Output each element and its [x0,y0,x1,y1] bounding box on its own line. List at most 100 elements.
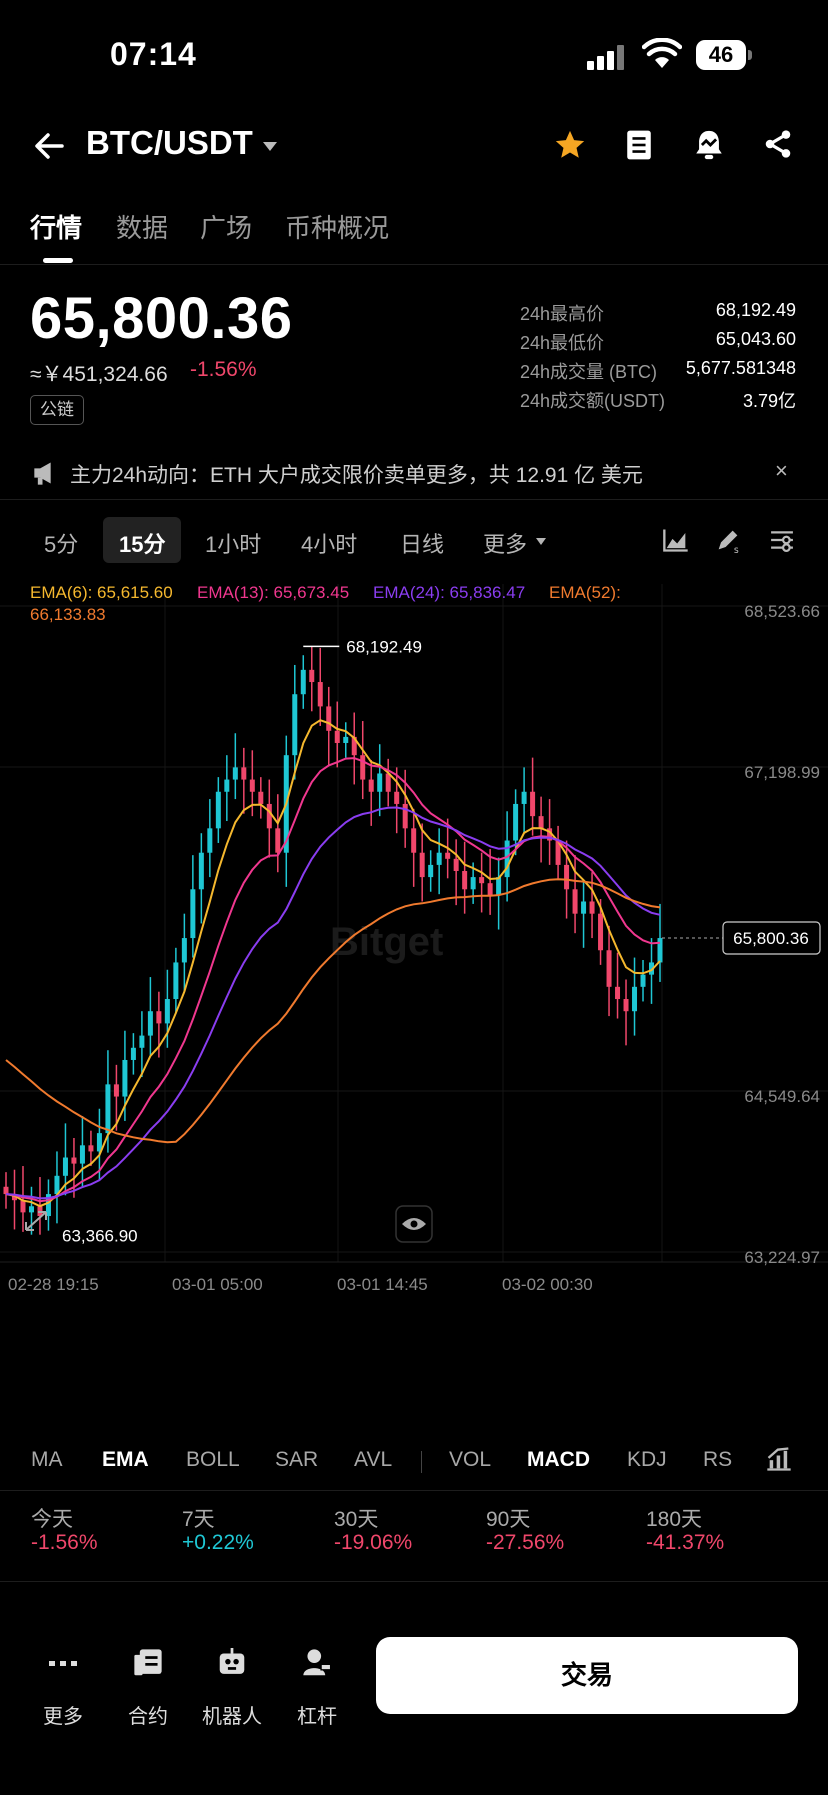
candle-body [198,852,204,890]
more-dots-icon[interactable] [46,1648,80,1678]
indicator-kdj[interactable]: KDJ [627,1448,667,1472]
battery-cap [748,50,752,60]
candle-body [258,791,264,804]
perf-label-90d: 90天 [486,1508,531,1531]
interval-4h[interactable]: 4小时 [301,527,357,559]
price-change: -1.56% [190,358,257,381]
candle-body [79,1145,85,1164]
indicator-settings-icon[interactable] [765,1446,793,1472]
tab-market[interactable]: 行情 [30,208,82,245]
ema13-line [5,757,661,1203]
chain-tag[interactable]: 公链 [30,395,84,425]
interval-15m[interactable]: 15分 [119,527,165,559]
tab-coin-overview[interactable]: 币种概况 [285,208,389,245]
interval-1d[interactable]: 日线 [400,527,444,559]
candle-body [419,852,425,878]
notice-close-button[interactable]: × [775,458,788,484]
candle-body [470,877,476,890]
candle-body [156,1011,162,1024]
candle-body [113,1084,119,1097]
candle-body [428,864,434,878]
active-tab-indicator [43,258,73,263]
tab-square[interactable]: 广场 [200,208,252,245]
indicator-sar[interactable]: SAR [275,1448,318,1472]
eye-pupil [410,1220,418,1228]
ema-legend-4: 66,133.83 [30,605,106,624]
svg-text:s: s [734,545,739,554]
share-icon[interactable] [762,128,794,160]
candle-body [309,669,315,683]
indicator-ma[interactable]: MA [31,1448,63,1472]
signal-icon [587,44,627,70]
ema-legend-2: EMA(24): 65,836.47 [373,583,525,602]
chart-type-icon[interactable] [662,527,690,553]
price-chart[interactable]: EMA(6): 65,615.60 EMA(13): 65,673.45 EMA(2… [0,580,828,1310]
indicator-avl[interactable]: AVL [354,1448,392,1472]
order-book-icon[interactable] [623,128,655,162]
interval-5m[interactable]: 5分 [44,527,78,559]
perf-value-90d: -27.56% [486,1531,565,1554]
notice-text: 主力24h动向：ETH 大户成交限价卖单更多，共 12.91 亿 美元 [70,464,643,487]
candle-body [402,803,408,829]
dock-label-robot[interactable]: 机器人 [192,1700,272,1729]
robot-icon[interactable] [215,1648,249,1678]
interval-more[interactable]: 更多 [483,527,527,559]
high-price-label: 68,192.49 [346,637,422,656]
candle-body [385,773,391,792]
y-tick-label: 63,224.97 [744,1248,820,1267]
candle-body [130,1047,136,1060]
candle-body [453,858,459,872]
stat-label-volume: 24h成交量 (BTC) [520,362,658,382]
back-arrow-icon[interactable] [32,128,68,164]
candle-body [572,889,578,914]
indicator-macd[interactable]: MACD [527,1448,590,1472]
candle-body [105,1084,111,1134]
candle-body [326,706,332,731]
chart-settings-icon[interactable] [768,528,796,552]
candle-body [275,828,281,853]
candle-body [632,986,638,1012]
ema-legend-1: EMA(13): 65,673.45 [197,583,349,602]
contract-icon[interactable] [131,1648,165,1678]
candle-body [181,938,187,963]
interval-1h[interactable]: 1小时 [205,527,261,559]
x-tick-label: 03-02 00:30 [502,1275,593,1294]
candle-body [436,852,442,865]
star-icon[interactable] [553,128,587,162]
candle-body [20,1200,26,1213]
indicator-vol[interactable]: VOL [449,1448,491,1472]
candle-body [360,755,366,780]
pair-title[interactable]: BTC/USDT [86,124,253,162]
candle-body [640,974,646,987]
dock-label-contract[interactable]: 合约 [108,1700,188,1729]
candle-body [139,1035,145,1048]
candle-body [521,791,527,804]
stat-value-low: 65,043.60 [715,329,796,349]
candle-body [657,938,663,963]
y-tick-label: 64,549.64 [744,1087,820,1106]
candle-body [394,791,400,804]
candle-body [496,877,502,896]
dock-label-leverage[interactable]: 杠杆 [277,1700,357,1729]
price-cny: ≈￥451,324.66 [30,363,168,386]
candle-body [88,1145,94,1152]
more-caret-icon[interactable] [536,538,546,545]
candle-body [530,791,536,817]
indicator-boll[interactable]: BOLL [186,1448,240,1472]
trade-button[interactable]: 交易 [376,1637,798,1714]
pair-dropdown-icon[interactable] [263,142,277,151]
wifi-icon [642,38,682,68]
candle-body [300,669,306,695]
dock-label-more[interactable]: 更多 [23,1700,103,1729]
drawing-tool-icon[interactable]: s [714,526,742,554]
indicator-ema[interactable]: EMA [102,1448,149,1472]
candle-body [71,1157,77,1164]
tab-data[interactable]: 数据 [116,208,168,245]
alert-bell-icon[interactable] [692,128,726,162]
expand-icon [25,1211,47,1231]
candle-body [589,901,595,914]
stat-label-low: 24h最低价 [520,333,605,353]
leverage-icon[interactable] [300,1648,334,1678]
indicator-rsi[interactable]: RS [703,1448,732,1472]
candle-body [411,828,417,853]
